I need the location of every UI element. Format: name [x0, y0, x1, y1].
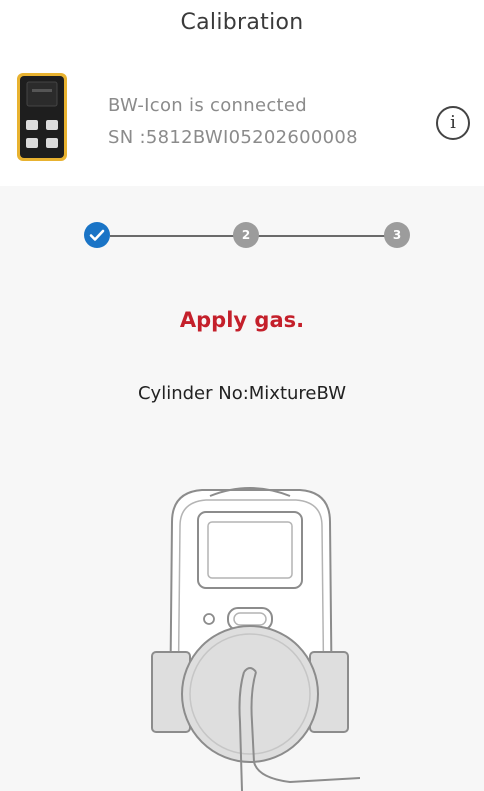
page-title: Calibration: [180, 10, 304, 35]
step-1-complete: [84, 222, 110, 248]
device-thumbnail: [17, 73, 67, 161]
header: Calibration BW-Icon is connected SN :581…: [0, 0, 484, 186]
device-status: BW-Icon is connected: [108, 95, 307, 116]
instruction-text: Apply gas.: [179, 308, 305, 332]
main-content: 2 3 Apply gas. Cylinder No:MixtureBW: [0, 186, 484, 791]
step-connector-1: [110, 235, 244, 237]
check-icon: [89, 229, 105, 241]
device-info: BW-Icon is connected SN :5812BWI05202600…: [108, 90, 358, 154]
step-connector-2: [258, 235, 388, 237]
device-serial: SN :5812BWI05202600008: [108, 127, 358, 148]
cylinder-number: Cylinder No:MixtureBW: [137, 383, 347, 404]
info-icon[interactable]: i: [436, 106, 470, 140]
device-with-cap-illustration: [151, 487, 360, 791]
step-2: 2: [233, 222, 259, 248]
step-3: 3: [384, 222, 410, 248]
stepper: 2 3: [0, 186, 484, 286]
